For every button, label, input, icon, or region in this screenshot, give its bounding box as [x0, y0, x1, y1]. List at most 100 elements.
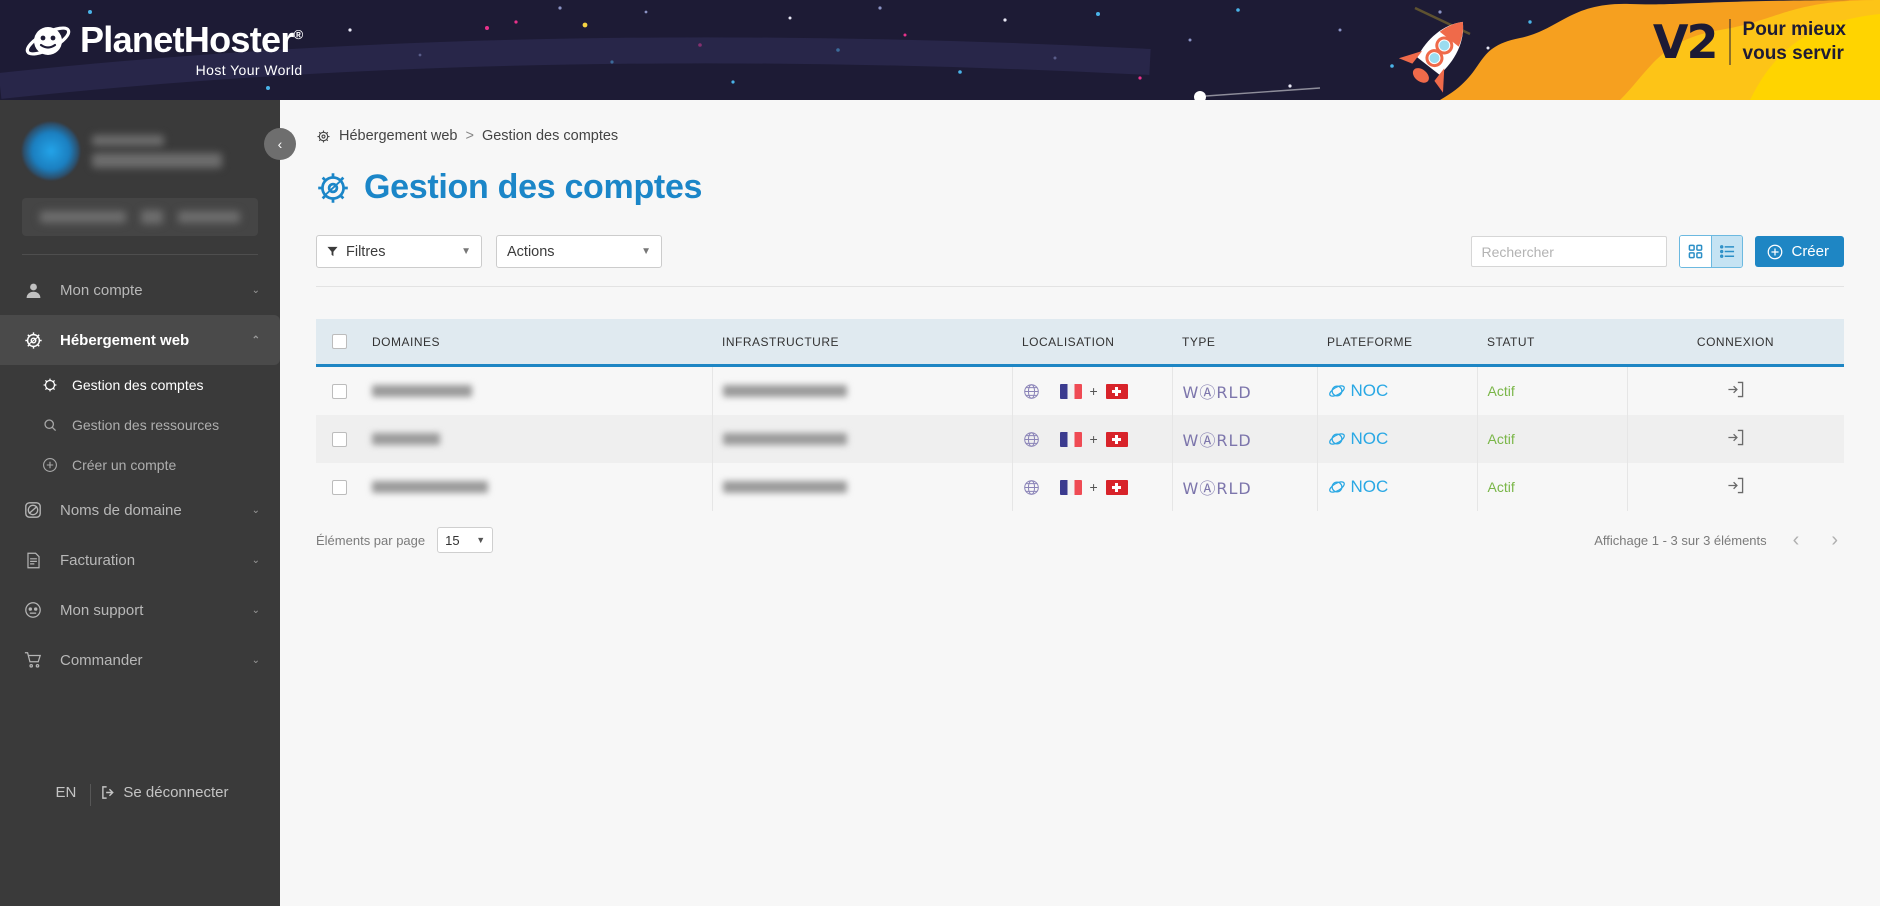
sidebar-footer: EN Se déconnecter — [0, 726, 280, 906]
cell-infrastructure — [712, 463, 1013, 511]
grid-view-button[interactable] — [1680, 236, 1712, 267]
column-header-localisation[interactable]: LOCALISATION — [1012, 319, 1172, 367]
table-row[interactable]: + WⒶRLD NOC Actif — [316, 415, 1844, 463]
column-header-connexion[interactable]: CONNEXION — [1627, 319, 1844, 367]
gear-planet-icon — [318, 172, 348, 203]
chevron-down-icon: ▼ — [476, 535, 486, 545]
row-select-cell — [316, 366, 362, 416]
search-input[interactable] — [1481, 243, 1663, 260]
sidebar-item-mon-support[interactable]: Mon support ⌄ — [0, 585, 280, 635]
sidebar-label: Mon compte — [60, 281, 143, 299]
gear-planet-icon — [317, 130, 330, 142]
sidebar-item-noms-de-domaine[interactable]: Noms de domaine ⌄ — [0, 485, 280, 535]
cell-infrastructure — [712, 365, 1013, 415]
logo-tagline: Host Your World — [195, 62, 303, 78]
chevron-up-icon: ⌃ — [251, 334, 260, 346]
plus-circle-icon — [40, 457, 60, 473]
main-content: Hébergement web > Gestion des comptes Ge… — [280, 100, 1880, 906]
sidebar-item-hebergement-web[interactable]: Hébergement web ⌃ — [0, 315, 280, 365]
status-badge: Actif — [1487, 383, 1515, 399]
column-header-plateforme[interactable]: PLATEFORME — [1317, 319, 1477, 367]
row-checkbox[interactable] — [332, 383, 347, 399]
avatar — [22, 122, 80, 180]
actions-dropdown[interactable]: Actions ▼ — [496, 235, 662, 268]
cell-localisation: + — [1012, 463, 1173, 511]
planethoster-logo[interactable]: PlanetHoster® Host Your World — [24, 14, 303, 78]
column-header-statut[interactable]: STATUT — [1477, 319, 1627, 367]
column-header-domaines[interactable]: DOMAINES — [362, 319, 712, 367]
list-view-button[interactable] — [1711, 236, 1743, 267]
invoice-icon — [22, 552, 44, 569]
globe-icon — [22, 501, 44, 519]
filters-dropdown[interactable]: Filtres ▼ — [316, 235, 482, 268]
cell-localisation: + — [1012, 365, 1173, 415]
row-checkbox[interactable] — [332, 479, 347, 495]
sidebar-item-gestion-des-ressources[interactable]: Gestion des ressources — [0, 405, 280, 445]
create-button[interactable]: Créer — [1755, 236, 1844, 267]
flag-fr-icon — [1059, 431, 1082, 447]
cell-statut: Actif — [1477, 415, 1628, 463]
prev-page-button[interactable]: ‹ — [1787, 529, 1806, 552]
login-arrow-icon[interactable] — [1727, 381, 1744, 398]
per-page-value: 15 — [445, 532, 460, 548]
list-view-icon — [1719, 245, 1735, 258]
filter-icon — [327, 246, 338, 257]
flag-ch-icon — [1105, 431, 1128, 447]
plateforme-text: NOC — [1350, 429, 1389, 448]
table-head: DOMAINES INFRASTRUCTURE LOCALISATION TYP… — [316, 319, 1844, 367]
flag-fr-icon — [1059, 479, 1082, 495]
sidebar-divider — [22, 254, 258, 255]
v2-divider — [1728, 19, 1731, 65]
login-arrow-icon[interactable] — [1727, 477, 1744, 494]
planet-logo-icon — [25, 26, 71, 56]
chevron-down-icon: ⌄ — [251, 504, 260, 516]
logout-button[interactable]: Se déconnecter — [91, 784, 238, 801]
row-checkbox[interactable] — [332, 431, 347, 447]
chevron-down-icon: ▼ — [641, 246, 651, 257]
cell-statut: Actif — [1477, 365, 1628, 415]
sidebar-item-commander[interactable]: Commander ⌄ — [0, 635, 280, 685]
flag-ch-icon — [1105, 383, 1128, 399]
cell-domain — [362, 463, 713, 511]
chevron-down-icon: ⌄ — [251, 654, 260, 666]
sidebar-collapse-button[interactable]: ‹ — [264, 128, 296, 160]
table-row[interactable]: + WⒶRLD NOC Actif — [316, 365, 1844, 416]
world-logo-text: WⒶRLD — [1182, 479, 1252, 498]
v2-mark-text: V2 — [1652, 15, 1719, 69]
logout-label: Se déconnecter — [123, 784, 229, 801]
per-page-select[interactable]: 15 ▼ — [437, 527, 494, 553]
rocket-icon — [1398, 21, 1464, 93]
sidebar-item-creer-un-compte[interactable]: Créer un compte — [0, 445, 280, 485]
logo-wordmark: PlanetHoster® — [80, 14, 303, 61]
breadcrumb-current: Gestion des comptes — [481, 128, 619, 144]
sidebar-item-mon-compte[interactable]: Mon compte ⌄ — [0, 265, 280, 315]
plateforme-text: NOC — [1350, 381, 1389, 400]
flag-fr-icon — [1059, 383, 1082, 399]
row-select-cell — [316, 415, 362, 463]
sidebar-item-gestion-des-comptes[interactable]: Gestion des comptes — [0, 365, 280, 405]
breadcrumb: Hébergement web > Gestion des comptes — [316, 100, 1844, 144]
next-page-button[interactable]: › — [1825, 529, 1844, 552]
v2-badge: V2 Pour mieux vous servir — [1653, 18, 1846, 66]
select-all-checkbox[interactable] — [332, 334, 347, 349]
language-switch[interactable]: EN — [42, 784, 91, 801]
gear-planet-icon — [22, 331, 44, 350]
table-row[interactable]: + WⒶRLD NOC Actif — [316, 463, 1844, 511]
column-header-infrastructure[interactable]: INFRASTRUCTURE — [712, 319, 1012, 367]
column-header-type[interactable]: TYPE — [1172, 319, 1317, 367]
cell-domain — [362, 365, 713, 415]
actions-label: Actions — [507, 243, 555, 260]
breadcrumb-root[interactable]: Hébergement web — [339, 128, 458, 144]
noc-planet-icon — [1328, 385, 1345, 397]
registered-mark: ® — [293, 27, 304, 42]
account-credit-box[interactable] — [22, 198, 258, 236]
user-profile[interactable] — [0, 100, 280, 180]
cell-connexion — [1627, 463, 1844, 511]
user-name-redacted — [92, 134, 222, 168]
cell-localisation: + — [1012, 415, 1173, 463]
sidebar-item-facturation[interactable]: Facturation ⌄ — [0, 535, 280, 585]
sidebar-label: Commander — [60, 651, 143, 669]
search-box[interactable] — [1471, 236, 1668, 267]
login-arrow-icon[interactable] — [1727, 429, 1744, 446]
table-header-row: DOMAINES INFRASTRUCTURE LOCALISATION TYP… — [316, 319, 1844, 367]
